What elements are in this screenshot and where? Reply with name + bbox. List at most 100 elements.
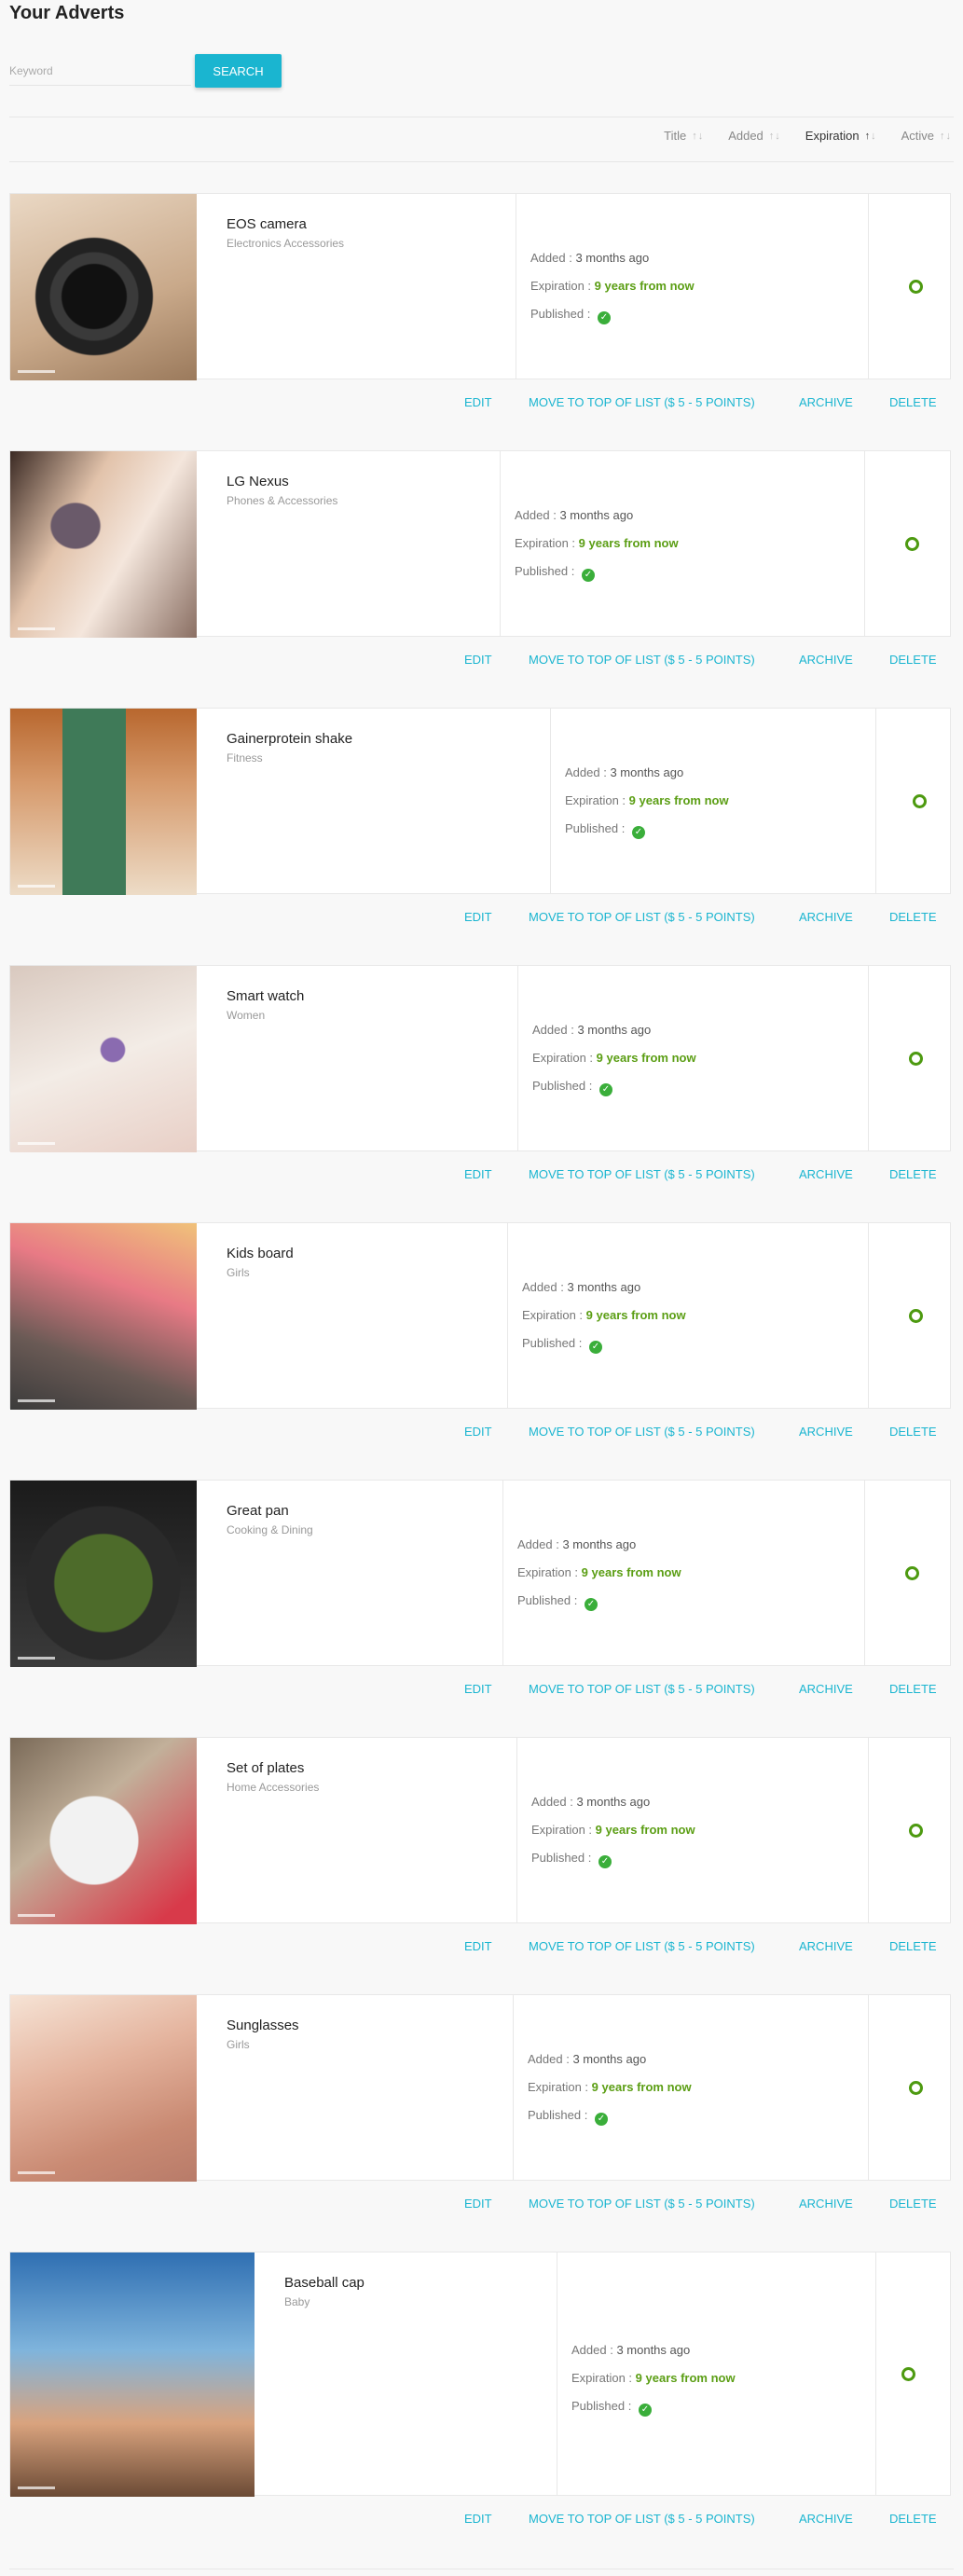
delete-button[interactable]: DELETE: [889, 2197, 937, 2211]
added-value: 3 months ago: [559, 508, 634, 522]
advert-item: Gainerprotein shake Fitness Added : 3 mo…: [9, 708, 951, 950]
expiration-label: Expiration :: [515, 536, 579, 550]
advert-image[interactable]: [10, 1481, 197, 1667]
published-label: Published :: [515, 564, 578, 578]
expiration-value: 9 years from now: [595, 1823, 695, 1837]
advert-image[interactable]: [10, 709, 197, 895]
edit-button[interactable]: EDIT: [464, 395, 492, 409]
delete-button[interactable]: DELETE: [889, 1682, 937, 1696]
edit-button[interactable]: EDIT: [464, 653, 492, 667]
advert-category: Fitness: [227, 751, 263, 765]
sort-active[interactable]: Active ↑↓: [901, 129, 952, 143]
active-status-icon[interactable]: [905, 537, 919, 551]
move-to-top-button[interactable]: MOVE TO TOP OF LIST ($ 5 - 5 POINTS): [529, 2197, 755, 2211]
column-divider: [513, 1995, 514, 2180]
edit-button[interactable]: EDIT: [464, 2512, 492, 2526]
advert-title[interactable]: Sunglasses: [227, 2018, 299, 2033]
sort-label: Expiration: [805, 129, 860, 143]
watermark: [18, 1142, 55, 1145]
advert-title[interactable]: Gainerprotein shake: [227, 731, 352, 747]
delete-button[interactable]: DELETE: [889, 1939, 937, 1953]
sort-expiration[interactable]: Expiration ↑↓: [805, 129, 877, 143]
archive-button[interactable]: ARCHIVE: [799, 1167, 853, 1181]
archive-button[interactable]: ARCHIVE: [799, 2197, 853, 2211]
published-label: Published :: [571, 2399, 635, 2413]
delete-button[interactable]: DELETE: [889, 395, 937, 409]
added-value: 3 months ago: [575, 251, 650, 265]
delete-button[interactable]: DELETE: [889, 1167, 937, 1181]
archive-button[interactable]: ARCHIVE: [799, 1939, 853, 1953]
advert-title[interactable]: Set of plates: [227, 1760, 304, 1776]
advert-title[interactable]: Smart watch: [227, 988, 304, 1004]
archive-button[interactable]: ARCHIVE: [799, 1682, 853, 1696]
active-status-icon[interactable]: [909, 1052, 923, 1066]
edit-button[interactable]: EDIT: [464, 1425, 492, 1439]
added-label: Added :: [517, 1537, 563, 1551]
column-divider: [517, 966, 518, 1150]
advert-image[interactable]: [10, 1995, 197, 2182]
advert-image[interactable]: [10, 194, 197, 380]
published-label: Published :: [528, 2108, 591, 2122]
archive-button[interactable]: ARCHIVE: [799, 395, 853, 409]
move-to-top-button[interactable]: MOVE TO TOP OF LIST ($ 5 - 5 POINTS): [529, 1167, 755, 1181]
move-to-top-button[interactable]: MOVE TO TOP OF LIST ($ 5 - 5 POINTS): [529, 1939, 755, 1953]
advert-title[interactable]: Kids board: [227, 1246, 294, 1261]
archive-button[interactable]: ARCHIVE: [799, 910, 853, 924]
advert-title[interactable]: LG Nexus: [227, 474, 289, 489]
published-check-icon: ✓: [631, 826, 645, 839]
advert-meta: Added : 3 months ago Expiration : 9 year…: [522, 1274, 686, 1357]
advert-meta: Added : 3 months ago Expiration : 9 year…: [515, 502, 679, 585]
advert-card: Baseball cap Baby Added : 3 months ago E…: [9, 2252, 951, 2497]
active-status-icon[interactable]: [905, 1566, 919, 1580]
column-divider: [502, 1481, 503, 1665]
advert-card: Sunglasses Girls Added : 3 months ago Ex…: [9, 1994, 951, 2182]
active-status-icon[interactable]: [913, 794, 927, 808]
advert-image[interactable]: [10, 2252, 255, 2497]
edit-button[interactable]: EDIT: [464, 910, 492, 924]
edit-button[interactable]: EDIT: [464, 2197, 492, 2211]
advert-title[interactable]: Baseball cap: [284, 2275, 365, 2291]
move-to-top-button[interactable]: MOVE TO TOP OF LIST ($ 5 - 5 POINTS): [529, 2512, 755, 2526]
expiration-value: 9 years from now: [591, 2080, 692, 2094]
archive-button[interactable]: ARCHIVE: [799, 2512, 853, 2526]
move-to-top-button[interactable]: MOVE TO TOP OF LIST ($ 5 - 5 POINTS): [529, 395, 755, 409]
active-status-icon[interactable]: [909, 1824, 923, 1838]
added-value: 3 months ago: [576, 1795, 651, 1809]
sort-title[interactable]: Title ↑↓: [664, 129, 704, 143]
edit-button[interactable]: EDIT: [464, 1682, 492, 1696]
advert-image[interactable]: [10, 1738, 197, 1924]
advert-title[interactable]: EOS camera: [227, 216, 307, 232]
active-status-icon[interactable]: [901, 2367, 915, 2381]
watermark: [18, 1914, 55, 1917]
advert-item: Great pan Cooking & Dining Added : 3 mon…: [9, 1480, 951, 1722]
expiration-label: Expiration :: [531, 1823, 596, 1837]
move-to-top-button[interactable]: MOVE TO TOP OF LIST ($ 5 - 5 POINTS): [529, 1425, 755, 1439]
move-to-top-button[interactable]: MOVE TO TOP OF LIST ($ 5 - 5 POINTS): [529, 910, 755, 924]
search-button[interactable]: SEARCH: [195, 54, 282, 88]
advert-title[interactable]: Great pan: [227, 1503, 289, 1519]
delete-button[interactable]: DELETE: [889, 1425, 937, 1439]
delete-button[interactable]: DELETE: [889, 2512, 937, 2526]
delete-button[interactable]: DELETE: [889, 653, 937, 667]
advert-image[interactable]: [10, 1223, 197, 1410]
sort-arrows-icon: ↑↓: [692, 130, 705, 142]
archive-button[interactable]: ARCHIVE: [799, 1425, 853, 1439]
search-input[interactable]: [9, 56, 191, 86]
watermark: [18, 885, 55, 888]
advert-meta: Added : 3 months ago Expiration : 9 year…: [530, 244, 695, 328]
archive-button[interactable]: ARCHIVE: [799, 653, 853, 667]
edit-button[interactable]: EDIT: [464, 1939, 492, 1953]
expiration-label: Expiration :: [522, 1308, 586, 1322]
advert-image[interactable]: [10, 966, 197, 1152]
published-label: Published :: [565, 821, 628, 835]
edit-button[interactable]: EDIT: [464, 1167, 492, 1181]
active-status-icon[interactable]: [909, 2081, 923, 2095]
sort-added[interactable]: Added ↑↓: [728, 129, 781, 143]
move-to-top-button[interactable]: MOVE TO TOP OF LIST ($ 5 - 5 POINTS): [529, 653, 755, 667]
delete-button[interactable]: DELETE: [889, 910, 937, 924]
advert-image[interactable]: [10, 451, 197, 638]
move-to-top-button[interactable]: MOVE TO TOP OF LIST ($ 5 - 5 POINTS): [529, 1682, 755, 1696]
active-status-icon[interactable]: [909, 1309, 923, 1323]
column-divider: [875, 709, 876, 893]
active-status-icon[interactable]: [909, 280, 923, 294]
